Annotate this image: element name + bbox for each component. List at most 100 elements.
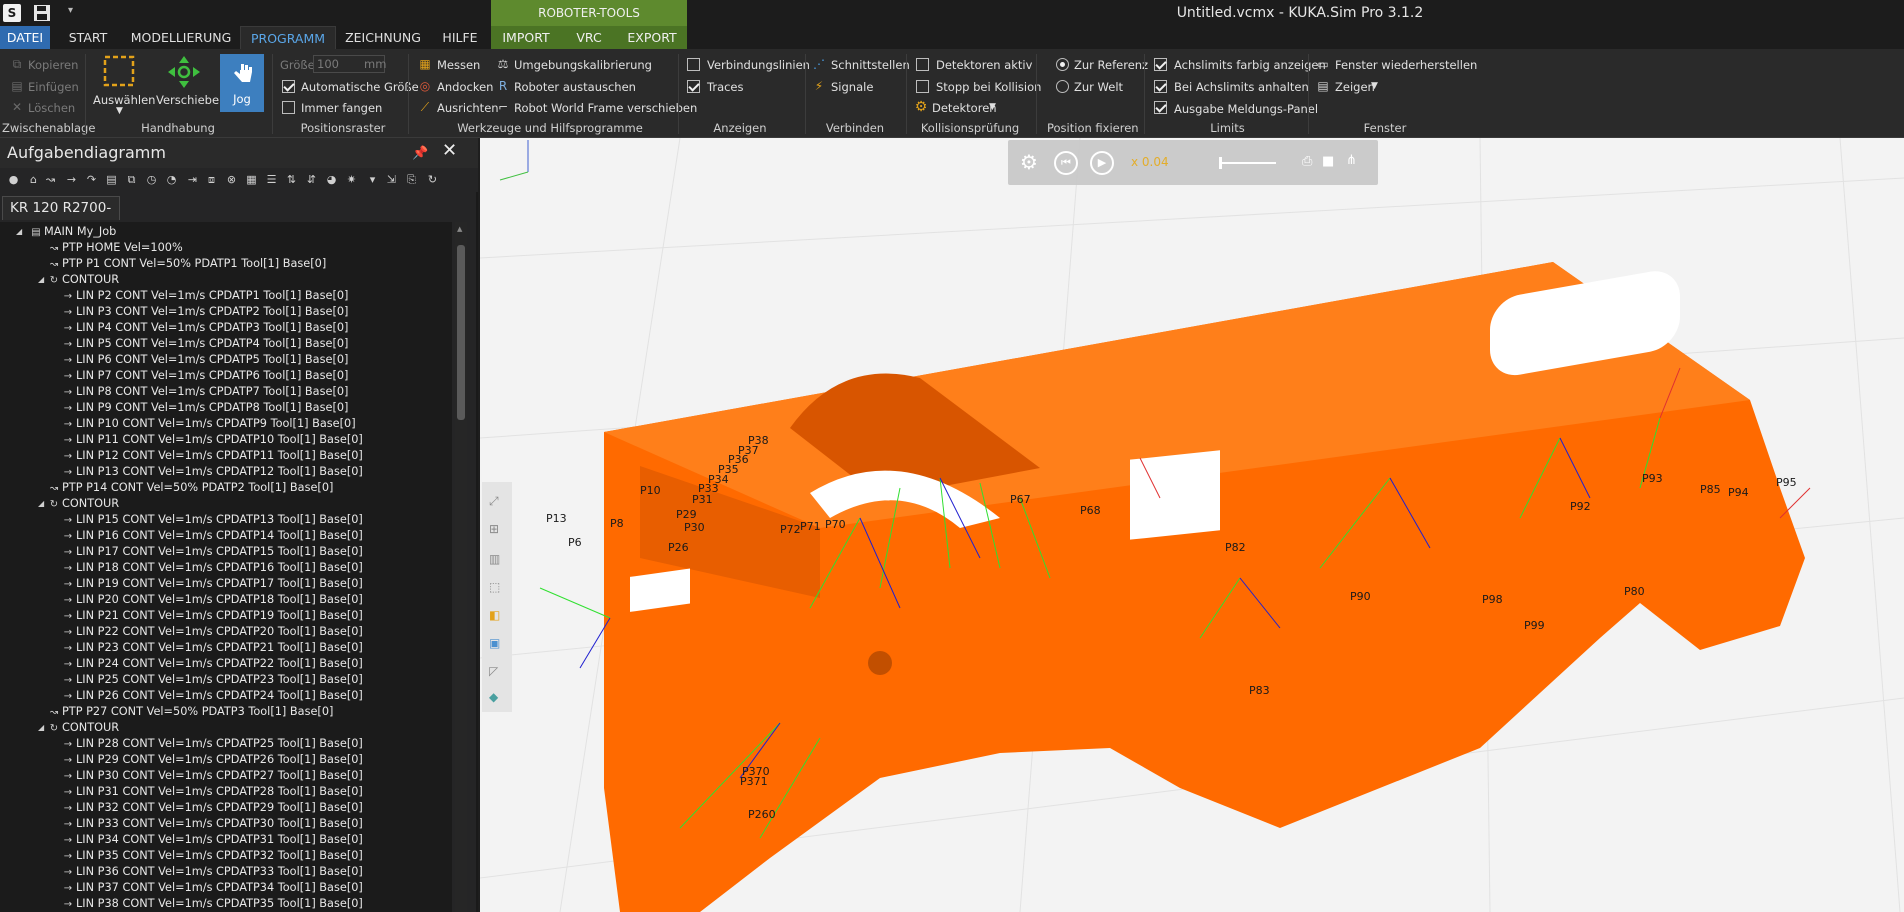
goto-icon[interactable]: ⧈ — [205, 173, 218, 186]
stop-at-limits-checkbox[interactable] — [1154, 80, 1167, 93]
tree-item-ptp[interactable]: ↝ PTP HOME Vel=100% — [48, 240, 183, 256]
tree-item-lin[interactable]: → LIN P18 CONT Vel=1m/s CPDATP16 Tool[1] … — [62, 560, 363, 576]
delete-button[interactable]: Löschen — [28, 101, 75, 115]
close-icon[interactable]: ✕ — [442, 142, 458, 160]
to-reference-radio[interactable] — [1056, 58, 1069, 71]
output-panel-checkbox[interactable] — [1154, 101, 1167, 114]
jog-button[interactable]: Jog — [220, 54, 264, 112]
tree-item-lin[interactable]: → LIN P9 CONT Vel=1m/s CPDATP8 Tool[1] Ba… — [62, 400, 349, 416]
pdf-export-icon[interactable]: ⎙ — [1302, 154, 1318, 170]
play-icon[interactable]: ▶ — [1090, 151, 1114, 175]
tree-item-lin[interactable]: → LIN P32 CONT Vel=1m/s CPDATP29 Tool[1] … — [62, 800, 363, 816]
tree-item-lin[interactable]: → LIN P5 CONT Vel=1m/s CPDATP4 Tool[1] Ba… — [62, 336, 349, 352]
detectors-active-checkbox[interactable] — [916, 58, 929, 71]
tree-item-lin[interactable]: → LIN P30 CONT Vel=1m/s CPDATP27 Tool[1] … — [62, 768, 363, 784]
render-mode-icon[interactable]: ◧ — [489, 608, 505, 624]
tree-expander-icon[interactable]: ◢ — [38, 275, 44, 284]
select-dropdown-icon[interactable]: ▼ — [116, 106, 123, 116]
call-icon[interactable]: ⇥ — [186, 173, 199, 186]
tree-item-lin[interactable]: → LIN P29 CONT Vel=1m/s CPDATP26 Tool[1] … — [62, 752, 363, 768]
tree-item-lin[interactable]: → LIN P35 CONT Vel=1m/s CPDATP32 Tool[1] … — [62, 848, 363, 864]
tree-item-lin[interactable]: → LIN P23 CONT Vel=1m/s CPDATP21 Tool[1] … — [62, 640, 363, 656]
detectors-dropdown[interactable]: Detektoren — [932, 101, 997, 115]
connection-lines-checkbox[interactable] — [687, 58, 700, 71]
interfaces-button[interactable]: Schnittstellen — [831, 58, 910, 72]
lin-icon[interactable]: → — [65, 173, 78, 186]
swap-robot-button[interactable]: Roboter austauschen — [514, 80, 636, 94]
select-icon[interactable] — [100, 54, 138, 90]
more-icon[interactable]: ⇲ — [385, 173, 398, 186]
circ-icon[interactable]: ↷ — [85, 173, 98, 186]
tab-import[interactable]: IMPORT — [491, 26, 561, 49]
view-layout-icon[interactable]: ▥ — [489, 552, 505, 568]
network-icon[interactable]: ⋔ — [1346, 153, 1364, 169]
tree-item-contour[interactable]: ↻ CONTOUR — [48, 496, 119, 512]
chevron-down-icon[interactable]: ▾ — [366, 173, 379, 186]
auto-size-checkbox[interactable] — [282, 80, 295, 93]
io-icon[interactable]: ⇅ — [285, 173, 298, 186]
tab-zeichnung[interactable]: ZEICHNUNG — [336, 26, 430, 49]
tree-item-lin[interactable]: → LIN P31 CONT Vel=1m/s CPDATP28 Tool[1] … — [62, 784, 363, 800]
tree-item-lin[interactable]: → LIN P12 CONT Vel=1m/s CPDATP11 Tool[1] … — [62, 448, 363, 464]
tree-item-contour[interactable]: ↻ CONTOUR — [48, 272, 119, 288]
tree-item-lin[interactable]: → LIN P16 CONT Vel=1m/s CPDATP14 Tool[1] … — [62, 528, 363, 544]
point-icon[interactable]: ● — [7, 173, 20, 186]
env-calibration-button[interactable]: Umgebungskalibrierung — [514, 58, 652, 72]
color-icon[interactable]: ◆ — [489, 690, 505, 706]
tree-item-lin[interactable]: → LIN P28 CONT Vel=1m/s CPDATP25 Tool[1] … — [62, 736, 363, 752]
tree-item-lin[interactable]: → LIN P4 CONT Vel=1m/s CPDATP3 Tool[1] Ba… — [62, 320, 349, 336]
tree-item-contour[interactable]: ↻ CONTOUR — [48, 720, 119, 736]
dock-button[interactable]: Andocken — [437, 80, 493, 94]
save-icon[interactable] — [32, 3, 52, 23]
tree-item-lin[interactable]: → LIN P20 CONT Vel=1m/s CPDATP18 Tool[1] … — [62, 592, 363, 608]
move-button[interactable]: Verschieben — [156, 93, 226, 107]
tab-programm[interactable]: PROGRAMM — [240, 26, 336, 49]
tree-item-lin[interactable]: → LIN P6 CONT Vel=1m/s CPDATP5 Tool[1] Ba… — [62, 352, 349, 368]
robot-tab[interactable]: KR 120 R2700-2 — [2, 196, 120, 238]
comment-icon[interactable]: ▦ — [245, 173, 258, 186]
tree-item-main[interactable]: ▤ MAIN My_Job — [30, 224, 116, 240]
measure-view-icon[interactable]: ◸ — [489, 664, 505, 680]
tree-expander-icon[interactable]: ◢ — [38, 723, 44, 732]
tree-item-lin[interactable]: → LIN P24 CONT Vel=1m/s CPDATP22 Tool[1] … — [62, 656, 363, 672]
zoom-selected-icon[interactable]: ⊞ — [489, 522, 505, 538]
tree-item-lin[interactable]: → LIN P25 CONT Vel=1m/s CPDATP23 Tool[1] … — [62, 672, 363, 688]
refresh-icon[interactable]: ↻ — [426, 173, 439, 186]
tree-item-ptp[interactable]: ↝ PTP P1 CONT Vel=50% PDATP1 Tool[1] Base… — [48, 256, 326, 272]
paste-button[interactable]: Einfügen — [28, 80, 79, 94]
to-world-radio[interactable] — [1056, 80, 1069, 93]
rewind-icon[interactable]: ⏮ — [1054, 151, 1078, 175]
tree-item-lin[interactable]: → LIN P2 CONT Vel=1m/s CPDATP1 Tool[1] Ba… — [62, 288, 349, 304]
tree-item-lin[interactable]: → LIN P26 CONT Vel=1m/s CPDATP24 Tool[1] … — [62, 688, 363, 704]
tree-item-ptp[interactable]: ↝ PTP P14 CONT Vel=50% PDATP2 Tool[1] Bas… — [48, 480, 334, 496]
grid-size-input[interactable]: 100 mm — [313, 55, 386, 73]
move-icon[interactable] — [166, 54, 202, 90]
scroll-thumb[interactable] — [457, 245, 465, 420]
selection-mode-icon[interactable]: ▣ — [489, 636, 505, 652]
scroll-up-arrow-icon[interactable]: ▲ — [457, 225, 465, 233]
tab-modellierung[interactable]: MODELLIERUNG — [122, 26, 240, 49]
speed-slider[interactable] — [1220, 162, 1276, 164]
restore-window-button[interactable]: Fenster wiederherstellen — [1335, 58, 1477, 72]
tree-item-lin[interactable]: → LIN P38 CONT Vel=1m/s CPDATP35 Tool[1] … — [62, 896, 363, 912]
statement-icon[interactable]: ▤ — [105, 173, 118, 186]
tree-item-lin[interactable]: → LIN P8 CONT Vel=1m/s CPDATP7 Tool[1] Ba… — [62, 384, 349, 400]
show-window-dropdown[interactable]: Zeigen — [1335, 80, 1375, 94]
stop-on-collision-checkbox[interactable] — [916, 80, 929, 93]
tab-datei[interactable]: DATEI — [0, 26, 50, 49]
wait-icon[interactable]: ◷ — [145, 173, 158, 186]
tab-hilfe[interactable]: HILFE — [432, 26, 488, 49]
timer-icon[interactable]: ◔ — [165, 173, 178, 186]
sort-icon[interactable]: ⇵ — [305, 173, 318, 186]
always-snap-checkbox[interactable] — [282, 101, 295, 114]
signals-button[interactable]: Signale — [831, 80, 873, 94]
cancel-icon[interactable]: ⊗ — [225, 173, 238, 186]
video-record-icon[interactable]: ■ — [1322, 154, 1340, 170]
tab-vrc[interactable]: VRC — [561, 26, 617, 49]
tree-item-lin[interactable]: → LIN P3 CONT Vel=1m/s CPDATP2 Tool[1] Ba… — [62, 304, 349, 320]
ptp-icon[interactable]: ↝ — [44, 173, 57, 186]
tree-item-lin[interactable]: → LIN P7 CONT Vel=1m/s CPDATP6 Tool[1] Ba… — [62, 368, 349, 384]
tree-expander-icon[interactable]: ◢ — [38, 499, 44, 508]
tree-item-lin[interactable]: → LIN P36 CONT Vel=1m/s CPDATP33 Tool[1] … — [62, 864, 363, 880]
tree-item-lin[interactable]: → LIN P34 CONT Vel=1m/s CPDATP31 Tool[1] … — [62, 832, 363, 848]
